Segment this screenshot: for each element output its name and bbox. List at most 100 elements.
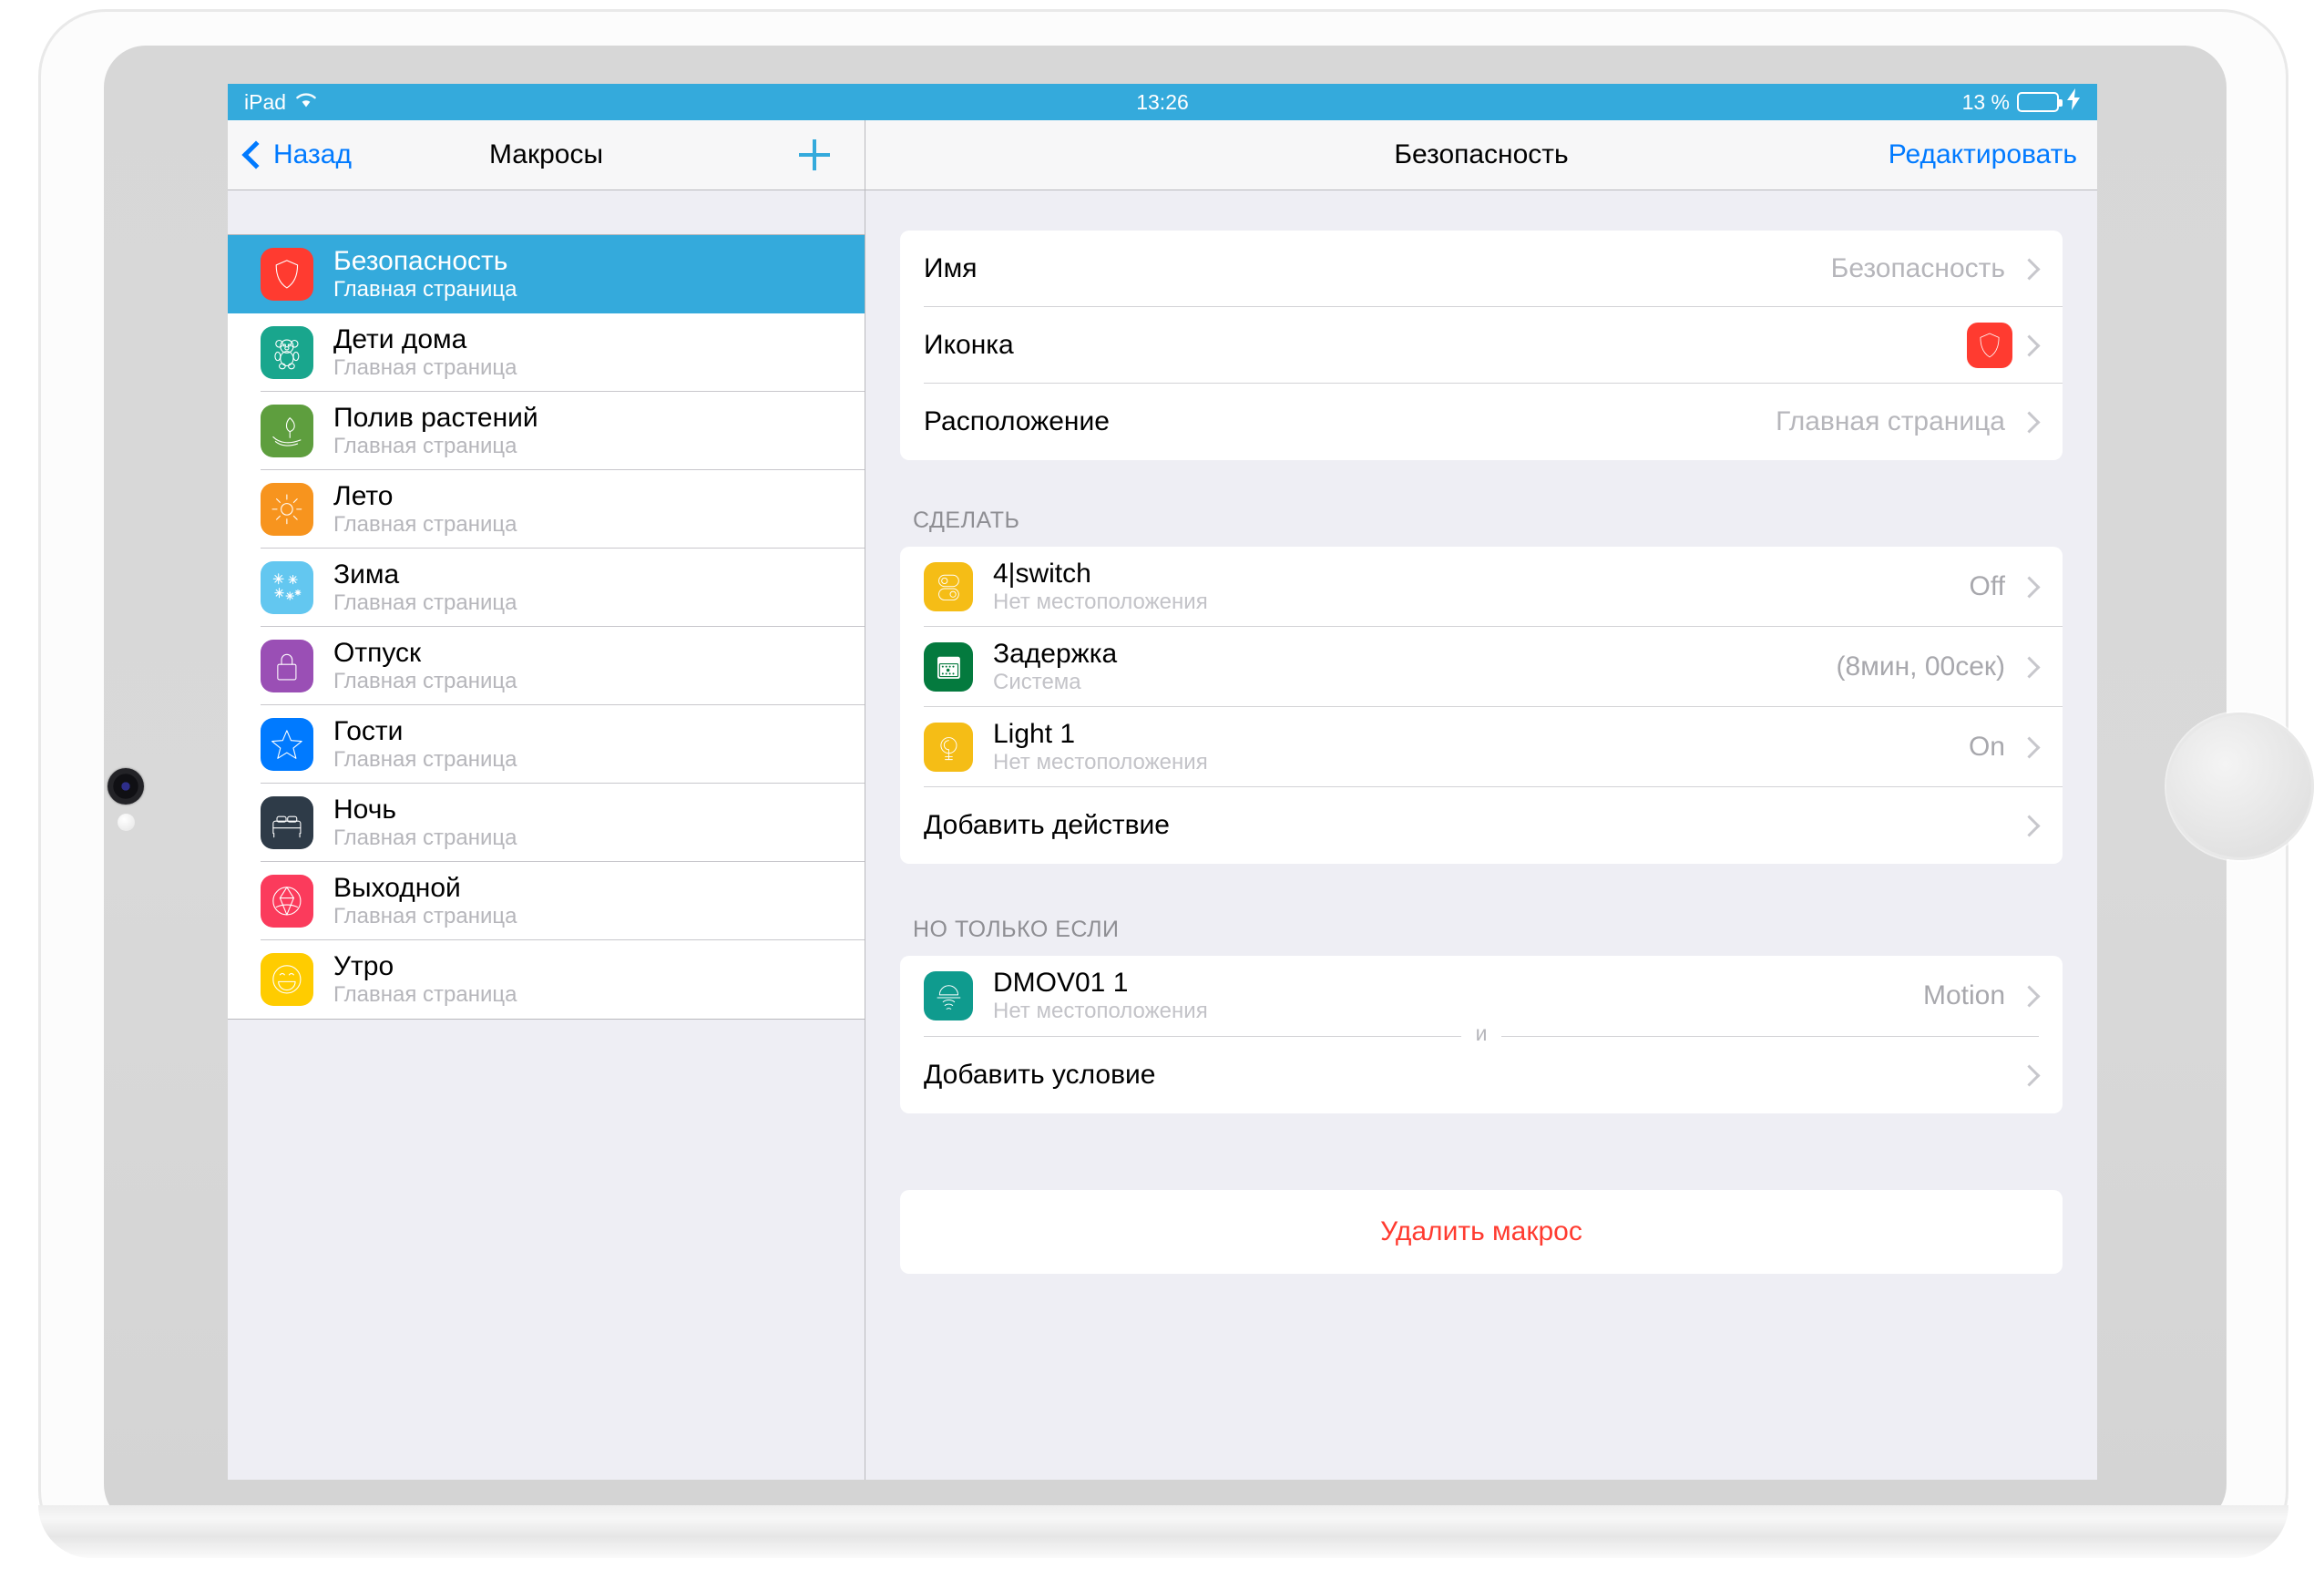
sidebar-item-subtitle: Главная страница — [333, 590, 517, 616]
macro-list: Безопасность Главная страница Дети дома Гла… — [228, 234, 865, 1020]
chevron-right-icon — [2018, 333, 2041, 357]
macro-settings-card: Имя Безопасность Иконка Расположение Главная… — [900, 231, 2063, 460]
chevron-right-icon — [2018, 984, 2041, 1008]
action-row-3[interactable]: Light 1 Нет местоположения On — [900, 707, 2063, 787]
sidebar-item-1[interactable]: Безопасность Главная страница — [228, 235, 865, 313]
setting-row-value: Безопасность — [1830, 253, 2005, 283]
sidebar-item-subtitle: Главная страница — [333, 277, 517, 303]
action-row-subtitle: Система — [993, 670, 1081, 695]
shield-icon — [1967, 323, 2012, 368]
sidebar-item-text: Зима Главная страница — [333, 559, 517, 616]
chevron-right-icon — [2018, 257, 2041, 281]
detail-top-spacer — [865, 190, 2097, 231]
edit-button[interactable]: Редактировать — [1889, 120, 2077, 190]
action-row-title: Light 1 — [993, 718, 1076, 749]
sidebar-item-text: Дети дома Главная страница — [333, 323, 517, 381]
lightbulb-icon — [924, 723, 973, 772]
actions-section-header: СДЕЛАТЬ — [913, 508, 1020, 533]
chevron-right-icon — [2018, 1063, 2041, 1087]
action-row-text: Light 1 Нет местоположения — [993, 718, 1208, 774]
condition-row-subtitle: Нет местоположения — [993, 999, 1208, 1024]
chevron-right-icon — [2018, 655, 2041, 679]
home-button[interactable] — [2166, 713, 2314, 860]
sidebar-item-title: Утро — [333, 950, 394, 981]
action-row-1[interactable]: 4|switch Нет местоположения Off — [900, 547, 2063, 627]
sidebar-item-text: Полив растений Главная страница — [333, 402, 538, 458]
bed-icon — [261, 796, 313, 849]
plus-icon — [799, 139, 830, 170]
sidebar-item-subtitle: Главная страница — [333, 904, 517, 929]
add-action-button[interactable]: Добавить действие — [900, 787, 2063, 864]
sidebar-item-10[interactable]: Утро Главная страница — [228, 940, 865, 1019]
chevron-right-icon — [2018, 575, 2041, 599]
add-condition-button[interactable]: Добавить условие — [900, 1037, 2063, 1113]
motion-sensor-icon — [924, 971, 973, 1020]
padlock-icon — [261, 640, 313, 692]
sidebar-item-6[interactable]: Отпуск Главная страница — [228, 627, 865, 705]
battery-percent-label: 13 % — [1961, 89, 2010, 114]
add-action-label: Добавить действие — [924, 810, 1170, 840]
sidebar-item-text: Отпуск Главная страница — [333, 638, 517, 694]
sidebar-item-subtitle: Главная страница — [333, 355, 517, 381]
sidebar-item-subtitle: Главная страница — [333, 747, 517, 773]
shield-icon — [261, 248, 313, 301]
condition-row-value: Motion — [1922, 980, 2005, 1010]
sidebar-item-title: Полив растений — [333, 402, 538, 433]
add-macro-button[interactable] — [799, 120, 830, 190]
status-bar-right: 13 % — [1962, 88, 2081, 116]
sidebar-item-3[interactable]: Полив растений Главная страница — [228, 392, 865, 470]
sidebar-item-text: Лето Главная страница — [333, 480, 517, 538]
ambient-light-sensor — [118, 814, 135, 831]
action-row-value: On — [1968, 732, 2005, 762]
delay-keypad-icon — [924, 642, 973, 692]
conditions-card: DMOV01 1 Нет местоположения Motion и Добавит… — [900, 956, 2063, 1113]
action-row-subtitle: Нет местоположения — [993, 590, 1208, 615]
add-condition-label: Добавить условие — [924, 1060, 1156, 1090]
sidebar-item-7[interactable]: Гости Главная страница — [228, 705, 865, 784]
chevron-right-icon — [2018, 814, 2041, 837]
setting-row-2[interactable]: Иконка — [900, 307, 2063, 384]
sidebar-item-4[interactable]: Лето Главная страница — [228, 470, 865, 549]
ipad-bottom-edge — [38, 1505, 2288, 1558]
sidebar-item-8[interactable]: Ночь Главная страница — [228, 784, 865, 862]
setting-row-label: Имя — [924, 253, 978, 283]
setting-row-label: Иконка — [924, 330, 1014, 360]
setting-row-label: Расположение — [924, 406, 1110, 436]
sidebar-item-text: Выходной Главная страница — [333, 873, 517, 929]
sidebar-item-subtitle: Главная страница — [333, 982, 517, 1008]
plant-watering-icon — [261, 405, 313, 457]
sidebar-item-title: Дети дома — [333, 323, 467, 354]
sidebar-item-2[interactable]: Дети дома Главная страница — [228, 313, 865, 392]
macros-page-title: Макросы — [488, 139, 604, 169]
sidebar-item-title: Ночь — [333, 794, 396, 825]
sidebar-item-title: Лето — [333, 480, 394, 511]
macros-sidebar: Безопасность Главная страница Дети дома Гла… — [228, 190, 865, 1480]
action-row-2[interactable]: Задержка Система (8мин, 00сек) — [900, 627, 2063, 707]
right-nav-bar: Безопасность Редактировать — [865, 120, 2097, 190]
setting-row-3[interactable]: Расположение Главная страница — [900, 384, 2063, 460]
battery-icon — [2017, 92, 2063, 112]
sun-icon — [261, 483, 313, 536]
smiley-face-icon — [261, 953, 313, 1006]
conjunction-divider: и — [924, 1021, 2039, 1046]
condition-row-text: DMOV01 1 Нет местоположения — [993, 967, 1208, 1024]
sidebar-item-subtitle: Главная страница — [333, 512, 517, 538]
wifi-icon — [294, 90, 318, 115]
chevron-right-icon — [2018, 410, 2041, 434]
sidebar-item-text: Ночь Главная страница — [333, 795, 517, 850]
front-camera — [107, 768, 144, 805]
sidebar-item-5[interactable]: Зима Главная страница — [228, 549, 865, 627]
sidebar-item-subtitle: Главная страница — [333, 669, 517, 694]
condition-row-title: DMOV01 1 — [993, 967, 1129, 998]
macro-detail-panel: Имя Безопасность Иконка Расположение Главная… — [865, 190, 2097, 1480]
divider-line-right — [1501, 1036, 2039, 1037]
sidebar-item-text: Утро Главная страница — [333, 950, 517, 1008]
snowflakes-icon — [261, 561, 313, 614]
sidebar-item-9[interactable]: Выходной Главная страница — [228, 862, 865, 940]
actions-card: 4|switch Нет местоположения Off Задержка Сис… — [900, 547, 2063, 864]
delete-macro-button[interactable]: Удалить макрос — [900, 1190, 2063, 1274]
setting-row-1[interactable]: Имя Безопасность — [900, 231, 2063, 307]
sidebar-item-text: Гости Главная страница — [333, 716, 517, 773]
